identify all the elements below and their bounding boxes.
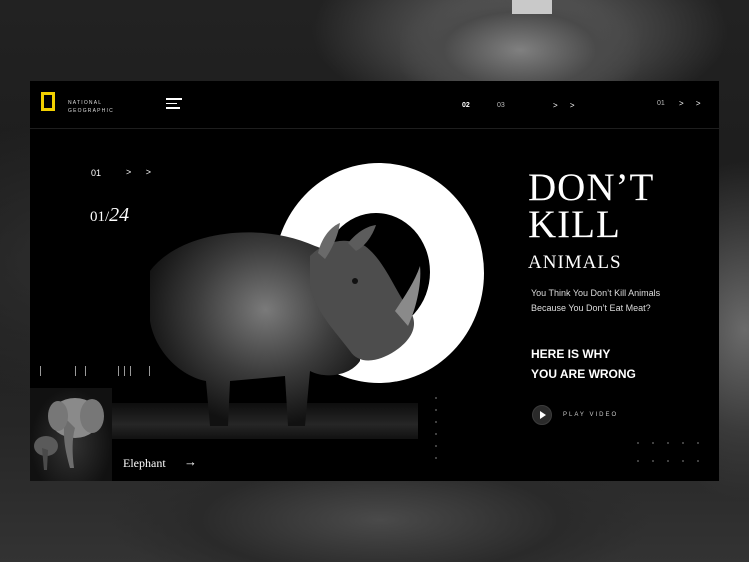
slide-next-arrows[interactable]: > > — [126, 167, 157, 177]
cta-text: HERE IS WHY YOU ARE WRONG — [531, 344, 681, 384]
headline: DON’T KILL — [528, 166, 655, 246]
nav-next-arrows[interactable]: > > — [553, 101, 580, 110]
elephant-image — [34, 398, 104, 470]
counter-current: 01/ — [90, 209, 110, 225]
cta-line-2: YOU ARE WRONG — [531, 367, 636, 381]
slide-number: 01 — [91, 168, 102, 178]
subheadline: ANIMALS — [528, 252, 622, 273]
arrow-right-icon[interactable]: → — [184, 454, 197, 469]
play-video-link[interactable]: PLAY VIDEO — [563, 412, 618, 418]
background-sky — [512, 0, 552, 14]
thumbnail-label[interactable]: Elephant — [123, 456, 166, 471]
menu-icon[interactable] — [166, 98, 182, 110]
hero-card: NATIONAL GEOGRAPHIC 02 03 > > 01 > > 01 … — [30, 81, 719, 481]
brand-line-2: GEOGRAPHIC — [68, 108, 114, 114]
page-link-01[interactable]: 01 — [657, 100, 665, 107]
page-link-03[interactable]: 03 — [497, 102, 505, 109]
logo-frame-icon[interactable] — [41, 92, 55, 111]
rhino-image — [150, 223, 421, 426]
page-link-02[interactable]: 02 — [462, 102, 470, 109]
elephant-thumbnail[interactable] — [30, 388, 112, 481]
cta-line-1: HERE IS WHY — [531, 347, 611, 361]
timeline-ticks — [40, 366, 160, 378]
description: You Think You Don’t Kill Animals Because… — [531, 288, 661, 313]
play-icon[interactable] — [532, 405, 552, 425]
headline-line-2: KILL — [528, 203, 621, 246]
brand-name: NATIONAL GEOGRAPHIC — [68, 99, 128, 115]
nav-right-arrows[interactable]: > > — [679, 99, 706, 108]
headline-line-1: DON’T — [528, 166, 655, 209]
top-bar: NATIONAL GEOGRAPHIC 02 03 > > 01 > > — [30, 81, 719, 129]
brand-line-1: NATIONAL — [68, 100, 103, 106]
